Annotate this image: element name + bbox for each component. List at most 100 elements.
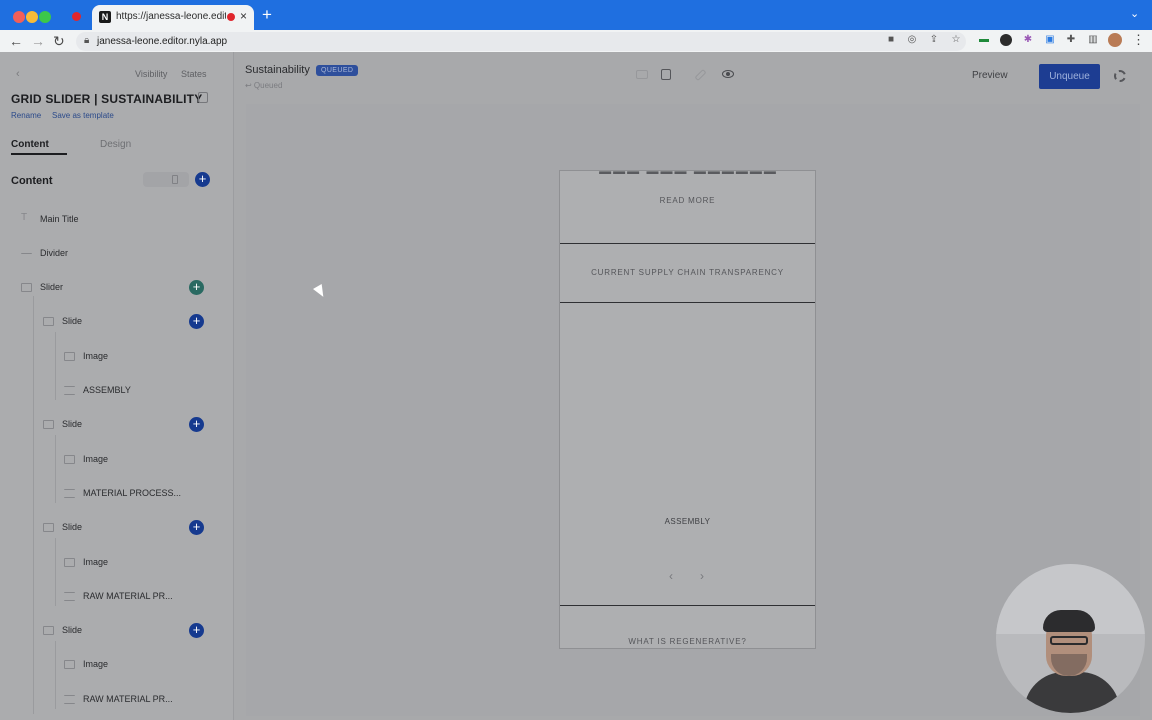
image-icon <box>64 455 75 464</box>
tree-item-label: Image <box>83 454 109 464</box>
slide-caption: ASSEMBLY <box>664 517 711 526</box>
tree-guide-line <box>55 435 56 503</box>
text-icon <box>64 592 75 601</box>
slide-icon <box>43 317 54 326</box>
status-badge: Queued <box>316 65 359 76</box>
presenter-body <box>1024 672 1120 713</box>
reload-button[interactable]: ↻ <box>53 32 65 50</box>
rename-link[interactable]: Rename <box>11 111 41 120</box>
visibility-link[interactable]: Visibility <box>135 69 167 79</box>
tree-item-label: Main Title <box>40 214 79 224</box>
tree-item-label: Slider <box>40 282 64 292</box>
slide-icon <box>43 523 54 532</box>
image-icon <box>64 660 75 669</box>
tree-guide-line <box>33 296 34 714</box>
notion-favicon-icon: N <box>99 11 111 23</box>
copy-icon[interactable] <box>198 92 208 103</box>
recording-indicator-icon <box>72 12 81 21</box>
new-tab-button[interactable]: + <box>262 6 272 24</box>
section-divider <box>560 243 815 244</box>
tree-item-label: Slide <box>62 522 83 532</box>
browser-tab-bar: N https://janessa-leone.editor.nyla.app … <box>0 0 1152 30</box>
close-window-button[interactable] <box>13 11 25 23</box>
active-tab-indicator <box>11 153 67 155</box>
slide-icon <box>43 626 54 635</box>
tree-item-label: RAW MATERIAL PR... <box>83 591 173 601</box>
text-icon <box>64 386 75 395</box>
image-icon <box>64 352 75 361</box>
tab-search-chevron-icon[interactable]: ⌄ <box>1130 7 1139 20</box>
slider-icon <box>21 283 32 292</box>
slider-prev-arrow-icon[interactable]: ‹ <box>669 569 673 583</box>
url-text: janessa-leone.editor.nyla.app <box>97 36 228 47</box>
side-panel-icon[interactable]: ▥ <box>1087 34 1099 46</box>
address-bar[interactable]: 🔒︎ janessa-leone.editor.nyla.app <box>76 32 966 51</box>
save-as-template-link[interactable]: Save as template <box>52 111 114 120</box>
gear-icon[interactable] <box>1114 70 1126 82</box>
eye-icon[interactable] <box>722 70 734 78</box>
extension-dark-icon[interactable] <box>1000 34 1012 46</box>
tree-guide-line <box>55 641 56 709</box>
sidebar: ‹ Visibility States GRID SLIDER | SUSTAI… <box>0 52 234 720</box>
extension-green-icon[interactable]: ▬ <box>978 34 990 46</box>
add-to-slide-button[interactable]: + <box>189 520 204 535</box>
tab-design[interactable]: Design <box>100 139 131 150</box>
cropped-heading: ▬▬▬ ▬▬▬ ▬▬▬▬▬▬ <box>580 171 797 174</box>
mobile-view-icon <box>172 175 178 184</box>
text-icon <box>64 489 75 498</box>
bookmark-star-icon[interactable]: ☆ <box>950 34 962 46</box>
tree-guide-line <box>55 538 56 606</box>
tree-item-label: Image <box>83 659 109 669</box>
edit-pencil-icon[interactable] <box>694 68 707 82</box>
lens-icon[interactable]: ◎ <box>906 34 918 46</box>
tree-item-label: Slide <box>62 625 83 635</box>
browser-toolbar: ← → ↻ 🔒︎ janessa-leone.editor.nyla.app ■… <box>0 30 1152 52</box>
add-content-button[interactable]: + <box>195 172 210 187</box>
tab-content[interactable]: Content <box>11 139 49 150</box>
browser-menu-icon[interactable]: ⋮ <box>1132 32 1145 48</box>
add-to-slide-button[interactable]: + <box>189 417 204 432</box>
browser-tab-active[interactable]: N https://janessa-leone.editor.nyla.app … <box>92 5 254 30</box>
close-tab-icon[interactable]: × <box>240 9 247 23</box>
preview-button[interactable]: Preview <box>972 70 1008 81</box>
sub-status: ↩ Queued <box>245 81 283 90</box>
regenerative-heading[interactable]: WHAT IS REGENERATIVE? <box>560 637 815 646</box>
tab-recording-icon <box>227 13 235 21</box>
extensions-puzzle-icon[interactable]: ✚ <box>1065 34 1077 46</box>
states-link[interactable]: States <box>181 69 207 79</box>
slider-next-arrow-icon[interactable]: › <box>700 569 704 583</box>
tree-item-label: MATERIAL PROCESS... <box>83 488 182 498</box>
add-slide-button[interactable]: + <box>189 280 204 295</box>
slide-icon <box>43 420 54 429</box>
tree-item-label: ASSEMBLY <box>83 385 131 395</box>
minimize-window-button[interactable] <box>26 11 38 23</box>
lock-icon: 🔒︎ <box>84 35 90 46</box>
extension-blue-icon[interactable]: ▣ <box>1044 34 1056 46</box>
back-arrow-icon[interactable]: ‹ <box>16 68 20 80</box>
section-divider <box>560 302 815 303</box>
forward-button[interactable]: → <box>31 32 45 50</box>
unqueue-button[interactable]: Unqueue <box>1039 64 1100 89</box>
mobile-view-icon[interactable] <box>661 69 671 80</box>
camera-extension-icon[interactable]: ■ <box>885 34 897 46</box>
read-more-link[interactable]: READ MORE <box>560 196 815 205</box>
share-icon[interactable]: ⇪ <box>928 34 940 46</box>
webcam-overlay <box>996 564 1145 713</box>
widget-title: GRID SLIDER | SUSTAINABILITY <box>11 92 203 106</box>
add-to-slide-button[interactable]: + <box>189 314 204 329</box>
page-title: Sustainability <box>245 64 310 76</box>
add-to-slide-button[interactable]: + <box>189 623 204 638</box>
section-divider <box>560 605 815 606</box>
extension-purple-icon[interactable]: ✱ <box>1022 34 1034 46</box>
supply-chain-heading[interactable]: CURRENT SUPPLY CHAIN TRANSPARENCY <box>560 268 815 277</box>
content-section-title: Content <box>11 175 53 187</box>
view-toggle[interactable] <box>143 172 189 187</box>
tree-item-label: Divider <box>40 248 69 258</box>
maximize-window-button[interactable] <box>39 11 51 23</box>
profile-avatar[interactable] <box>1108 33 1122 47</box>
presenter-hat <box>1043 610 1095 632</box>
back-button[interactable]: ← <box>9 32 23 50</box>
desktop-view-icon[interactable] <box>636 70 648 79</box>
divider-icon <box>21 253 32 262</box>
title-icon: T <box>21 212 28 223</box>
